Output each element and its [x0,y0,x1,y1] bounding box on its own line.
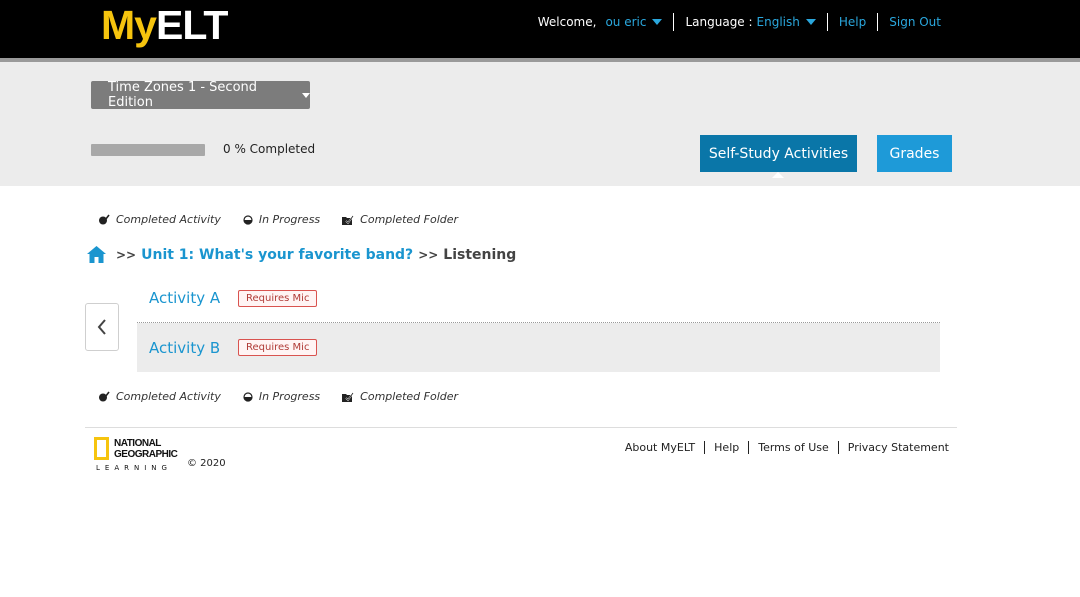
language-label: Language : [685,15,753,29]
user-name: ou eric [605,15,647,29]
activity-row[interactable]: Activity B Requires Mic [137,323,940,372]
privacy-statement-link[interactable]: Privacy Statement [848,441,949,454]
home-icon[interactable] [87,246,106,263]
nav-divider [673,13,675,31]
course-select-value: Time Zones 1 - Second Edition [108,80,258,110]
chevron-down-icon [805,19,816,25]
in-progress-icon [243,214,253,225]
course-select[interactable]: Time Zones 1 - Second Edition [91,80,310,110]
completed-folder-icon [342,392,354,402]
nav-divider [826,13,828,31]
legend-in-progress: In Progress [243,390,320,403]
ng-logo-line1: NATIONAL [114,438,161,449]
tab-self-study-activities[interactable]: Self-Study Activities [700,135,857,178]
ng-yellow-border-icon [94,437,109,460]
footer-divider [85,427,957,428]
completed-folder-icon [342,215,354,225]
breadcrumb-unit-link[interactable]: Unit 1: What's your favorite band? [141,247,413,263]
completed-activity-icon [99,214,110,225]
ng-logo-text: NATIONAL GEOGRAPHIC [114,438,178,460]
activity-name[interactable]: Activity B [149,339,238,357]
language-select[interactable]: English [757,15,816,29]
legend-completed-activity-label: Completed Activity [116,213,221,226]
terms-of-use-link[interactable]: Terms of Use [758,441,829,454]
breadcrumb-separator: >> [418,247,439,262]
footer-help-link[interactable]: Help [714,441,739,454]
status-legend-bottom: Completed Activity In Progress Completed… [98,390,480,403]
logo-elt-text: ELT [155,2,228,48]
user-menu[interactable]: ou eric [605,15,663,29]
legend-completed-activity-label: Completed Activity [116,390,221,403]
activity-row[interactable]: Activity A Requires Mic [137,274,940,323]
footer-divider-bar [748,441,750,454]
requires-mic-badge: Requires Mic [238,339,318,356]
language-value: English [756,15,800,29]
legend-completed-folder: Completed Folder [342,213,458,226]
sign-out-link[interactable]: Sign Out [889,15,941,29]
footer-divider-bar [704,441,706,454]
legend-completed-folder: Completed Folder [342,390,458,403]
tab-grades[interactable]: Grades [877,135,952,172]
activity-name[interactable]: Activity A [149,289,238,307]
status-legend-top: Completed Activity In Progress Completed… [98,213,480,226]
breadcrumb: >> Unit 1: What's your favorite band? >>… [87,246,516,263]
footer-links: About MyELT Help Terms of Use Privacy St… [625,441,949,454]
copyright: © 2020 [187,458,226,469]
myelt-logo[interactable]: MyELT [101,2,228,49]
chevron-down-icon [302,92,310,98]
nav-divider [877,13,879,31]
legend-completed-activity: Completed Activity [98,390,221,403]
about-myelt-link[interactable]: About MyELT [625,441,695,454]
back-button[interactable] [85,303,119,351]
help-link[interactable]: Help [839,15,866,29]
breadcrumb-separator: >> [116,247,137,262]
requires-mic-badge: Requires Mic [238,289,318,307]
logo-my-text: My [101,2,157,48]
progress-label: 0 % Completed [223,142,316,156]
in-progress-icon [243,391,253,402]
ng-logo-line3: LEARNING [96,464,172,472]
breadcrumb-current: Listening [443,246,517,263]
chevron-down-icon [652,19,663,25]
chevron-left-icon [97,319,106,335]
legend-in-progress-label: In Progress [258,213,321,226]
completed-activity-icon [99,391,110,402]
user-nav: Welcome, ou eric Language : English Help… [538,13,941,31]
legend-completed-folder-label: Completed Folder [360,213,459,226]
legend-in-progress: In Progress [243,213,320,226]
legend-in-progress-label: In Progress [258,390,321,403]
legend-completed-activity: Completed Activity [98,213,221,226]
legend-completed-folder-label: Completed Folder [360,390,459,403]
course-progress-bar [91,144,205,156]
welcome-label: Welcome, [537,15,597,29]
footer-divider-bar [837,441,839,454]
ng-logo-line2: GEOGRAPHIC [114,449,178,460]
